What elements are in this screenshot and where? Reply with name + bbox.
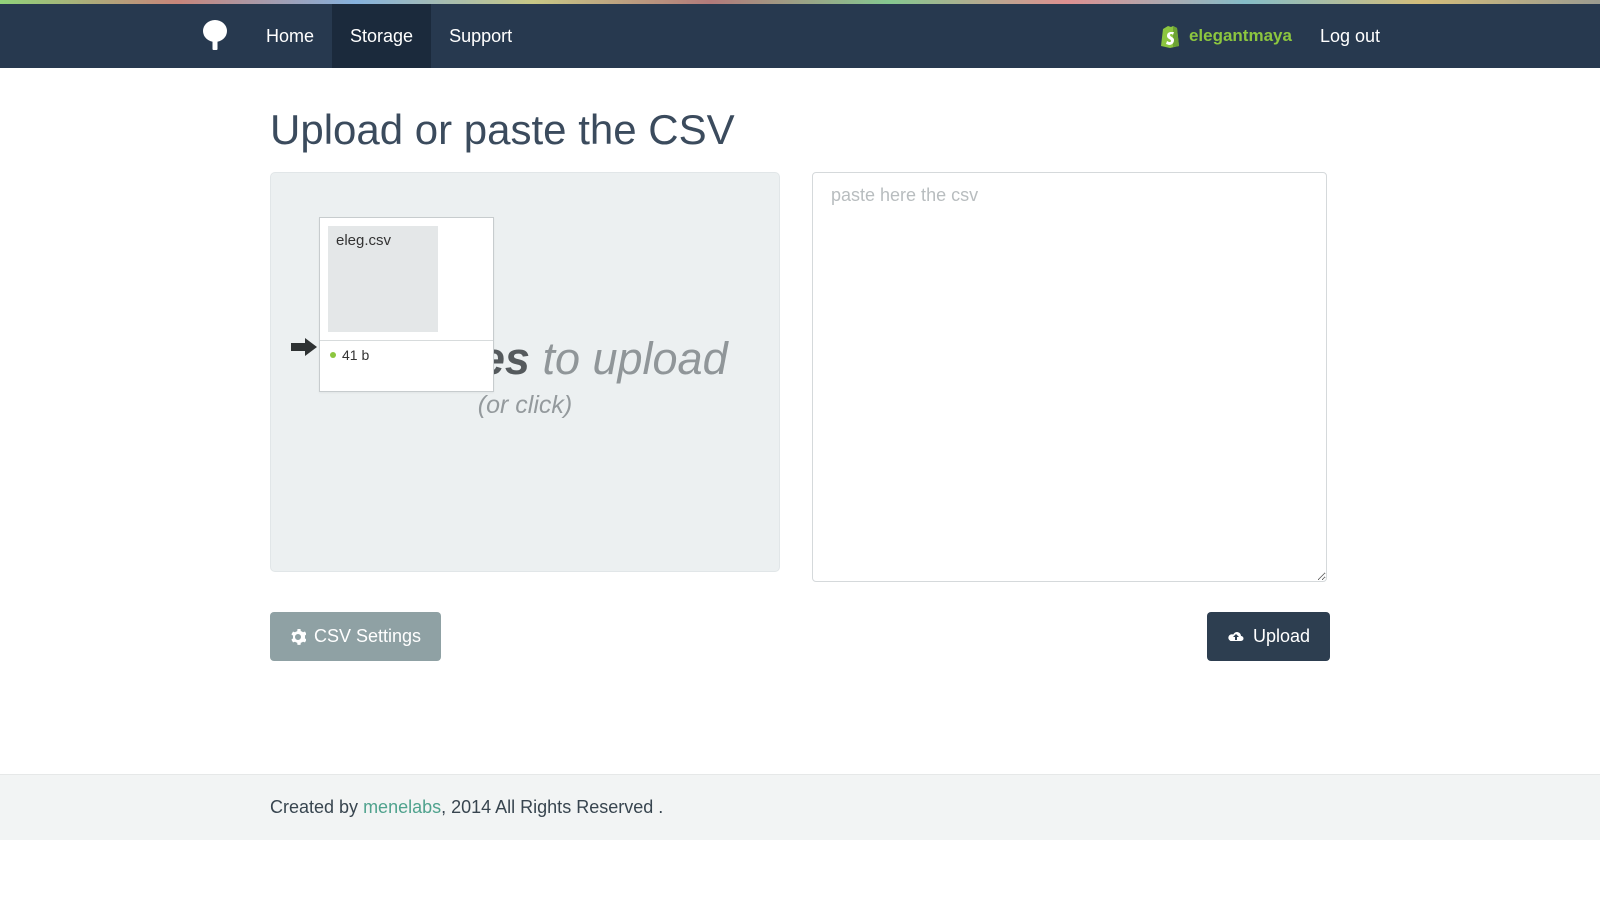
cloud-upload-icon xyxy=(1227,629,1245,645)
footer-prefix: Created by xyxy=(270,797,363,817)
csv-settings-label: CSV Settings xyxy=(314,626,421,647)
file-size: 41 b xyxy=(342,347,369,363)
csv-settings-button[interactable]: CSV Settings xyxy=(270,612,441,661)
file-meta: 41 b xyxy=(320,340,493,369)
decorative-top-strip xyxy=(0,0,1600,4)
logo-tree[interactable] xyxy=(200,4,248,68)
shop-link[interactable]: elegantmaya xyxy=(1159,24,1292,48)
dz-hint-sub: (or click) xyxy=(271,391,779,420)
footer-suffix: , 2014 All Rights Reserved . xyxy=(441,797,663,817)
footer: Created by menelabs, 2014 All Rights Res… xyxy=(0,774,1600,840)
dropzone[interactable]: eleg.csv 41 b Drop files to upload (or c… xyxy=(270,172,780,572)
logout-label: Log out xyxy=(1320,26,1380,46)
gear-icon xyxy=(290,629,306,645)
nav-storage[interactable]: Storage xyxy=(332,4,431,68)
file-name: eleg.csv xyxy=(336,232,391,249)
logout-link[interactable]: Log out xyxy=(1320,26,1380,47)
shop-name: elegantmaya xyxy=(1189,26,1292,46)
navbar: Home Storage Support elegantmaya Log out xyxy=(0,4,1600,68)
footer-brand-link[interactable]: menelabs xyxy=(363,797,441,817)
footer-brand: menelabs xyxy=(363,797,441,817)
nav-storage-label: Storage xyxy=(350,26,413,47)
dz-hint-rest: to upload xyxy=(530,333,728,384)
arrow-right-icon xyxy=(291,336,317,364)
page-title: Upload or paste the CSV xyxy=(270,106,1330,154)
file-preview-card[interactable]: eleg.csv 41 b xyxy=(319,217,494,392)
shopify-icon xyxy=(1159,24,1181,48)
nav-support[interactable]: Support xyxy=(431,4,530,68)
upload-label: Upload xyxy=(1253,626,1310,647)
nav-home-label: Home xyxy=(266,26,314,47)
nav-home[interactable]: Home xyxy=(248,4,332,68)
nav-support-label: Support xyxy=(449,26,512,47)
tree-icon xyxy=(200,19,230,53)
status-dot-icon xyxy=(330,352,336,358)
paste-csv-textarea[interactable] xyxy=(812,172,1327,582)
file-thumb: eleg.csv xyxy=(328,226,438,332)
upload-button[interactable]: Upload xyxy=(1207,612,1330,661)
